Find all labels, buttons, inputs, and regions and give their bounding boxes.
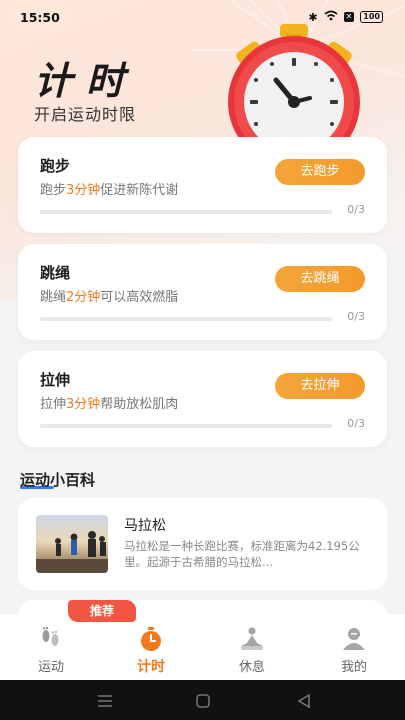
progress-count: 0/3 [347,203,365,216]
article-card[interactable]: 马拉松 马拉松是一种长跑比赛，标准距离为42.195公里。起源于古希腊的马拉松.… [18,498,387,590]
card-description: 跳绳2分钟可以高效燃脂 [40,290,179,305]
back-icon[interactable] [297,693,311,712]
meditation-icon [241,627,263,650]
stopwatch-icon [141,627,161,651]
tab-sport[interactable]: 运动 [6,626,96,675]
tab-label: 休息 [238,660,265,675]
tab-label: 计时 [137,659,165,675]
menu-icon[interactable] [97,693,113,712]
status-time: 15:50 [20,10,60,25]
tab-label: 我的 [340,660,367,675]
section-title: 运动小百科 [20,471,96,489]
progress-track [40,424,332,428]
go-running-button[interactable]: 去跑步 [275,159,365,185]
progress-track [40,210,332,214]
profile-icon [343,628,365,650]
footprints-icon [42,626,59,646]
tab-label: 运动 [37,660,64,675]
go-stretching-button[interactable]: 去拉伸 [275,373,365,399]
marathon-thumbnail [36,515,108,573]
card-description: 拉伸3分钟帮助放松肌肉 [40,397,179,412]
page-subtitle: 开启运动时限 [34,105,137,124]
progress-count: 0/3 [347,310,365,323]
article-description: 马拉松是一种长跑比赛，标准距离为42.195公里。起源于古希腊的马拉松... [124,539,360,569]
card-title: 跑步 [40,157,71,175]
page-title: 计时 [34,59,139,103]
exercise-card-running: 跑步 跑步3分钟促进新陈代谢 去跑步 0/3 [18,137,387,233]
progress-count: 0/3 [347,417,365,430]
tab-rest[interactable]: 休息 [207,626,297,675]
article-title: 马拉松 [124,518,166,534]
card-description: 跑步3分钟促进新陈代谢 [40,183,179,198]
tab-mine[interactable]: 我的 [309,626,399,675]
go-jump-rope-button[interactable]: 去跳绳 [275,266,365,292]
exercise-card-stretching: 拉伸 拉伸3分钟帮助放松肌肉 去拉伸 0/3 [18,351,387,447]
progress-track [40,317,332,321]
card-title: 跳绳 [40,264,71,282]
home-icon[interactable] [196,693,210,712]
tab-timer[interactable]: 计时 [106,626,196,676]
exercise-card-jump-rope: 跳绳 跳绳2分钟可以高效燃脂 去跳绳 0/3 [18,244,387,340]
card-title: 拉伸 [40,371,71,389]
system-navigation-bar [0,680,405,720]
recommend-badge: 推荐 [68,600,136,622]
